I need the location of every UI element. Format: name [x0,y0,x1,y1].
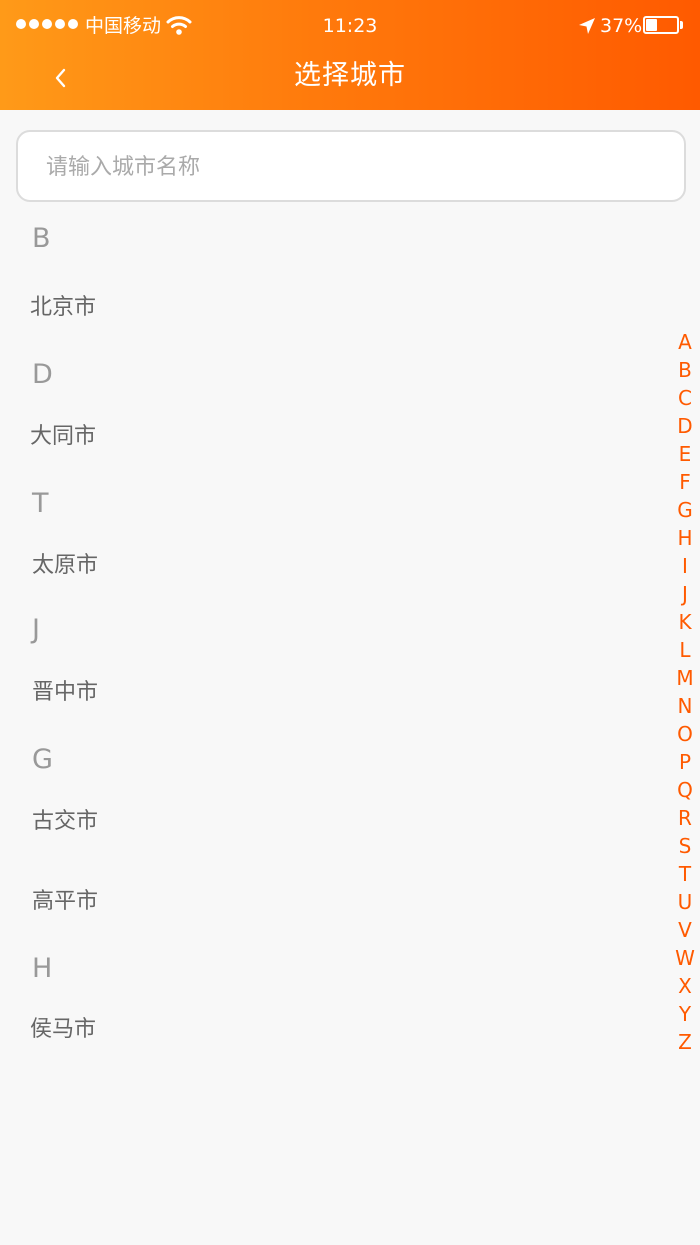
index-letter-n[interactable]: N [672,692,698,720]
index-letter-d[interactable]: D [672,412,698,440]
nav-bar: 选择城市 [0,52,700,110]
index-letter-f[interactable]: F [672,468,698,496]
index-letter-w[interactable]: W [672,944,698,972]
index-letter-i[interactable]: I [672,552,698,580]
index-letter-m[interactable]: M [672,664,698,692]
section-letter: D [32,359,53,390]
index-letter-j[interactable]: J [672,580,698,608]
city-item[interactable]: 北京市 [30,292,96,324]
battery-tip [680,21,683,29]
section-letter: B [32,223,51,254]
index-letter-g[interactable]: G [672,496,698,524]
index-letter-o[interactable]: O [672,720,698,748]
location-arrow-icon [579,18,595,34]
index-letter-h[interactable]: H [672,524,698,552]
index-letter-t[interactable]: T [672,860,698,888]
city-item[interactable]: 古交市 [32,806,98,838]
section-letter: G [32,744,53,775]
index-letter-r[interactable]: R [672,804,698,832]
header: 中国移动 11:23 37% 选择城市 [0,0,700,110]
index-letter-p[interactable]: P [672,748,698,776]
index-letter-x[interactable]: X [672,972,698,1000]
search-box[interactable] [16,130,686,202]
search-input[interactable] [44,132,668,202]
index-letter-u[interactable]: U [672,888,698,916]
index-letter-q[interactable]: Q [672,776,698,804]
index-letter-e[interactable]: E [672,440,698,468]
index-letter-s[interactable]: S [672,832,698,860]
city-picker-page: 中国移动 11:23 37% 选择城市 请输入城市名称 B 北京市 D 大同市 … [0,0,700,1245]
page-title: 选择城市 [294,60,406,91]
section-letter: T [32,488,49,519]
city-item[interactable]: 晋中市 [32,677,98,709]
index-letter-b[interactable]: B [672,356,698,384]
city-item[interactable]: 太原市 [32,550,98,582]
status-bar: 中国移动 11:23 37% [0,0,700,52]
city-item[interactable]: 高平市 [32,886,98,918]
battery-icon [643,16,679,34]
index-letter-a[interactable]: A [672,328,698,356]
section-letter: H [32,953,53,984]
city-item[interactable]: 大同市 [30,421,96,453]
index-letter-v[interactable]: V [672,916,698,944]
battery-percent: 37% [600,15,643,37]
index-letter-l[interactable]: L [672,636,698,664]
index-letter-y[interactable]: Y [672,1000,698,1028]
index-letter-c[interactable]: C [672,384,698,412]
alphabet-index-bar[interactable]: ABCDEFGHIJKLMNOPQRSTUVWXYZ [672,328,698,1056]
section-letter: J [32,614,40,645]
index-letter-k[interactable]: K [672,608,698,636]
city-item[interactable]: 侯马市 [30,1014,96,1046]
index-letter-z[interactable]: Z [672,1028,698,1056]
